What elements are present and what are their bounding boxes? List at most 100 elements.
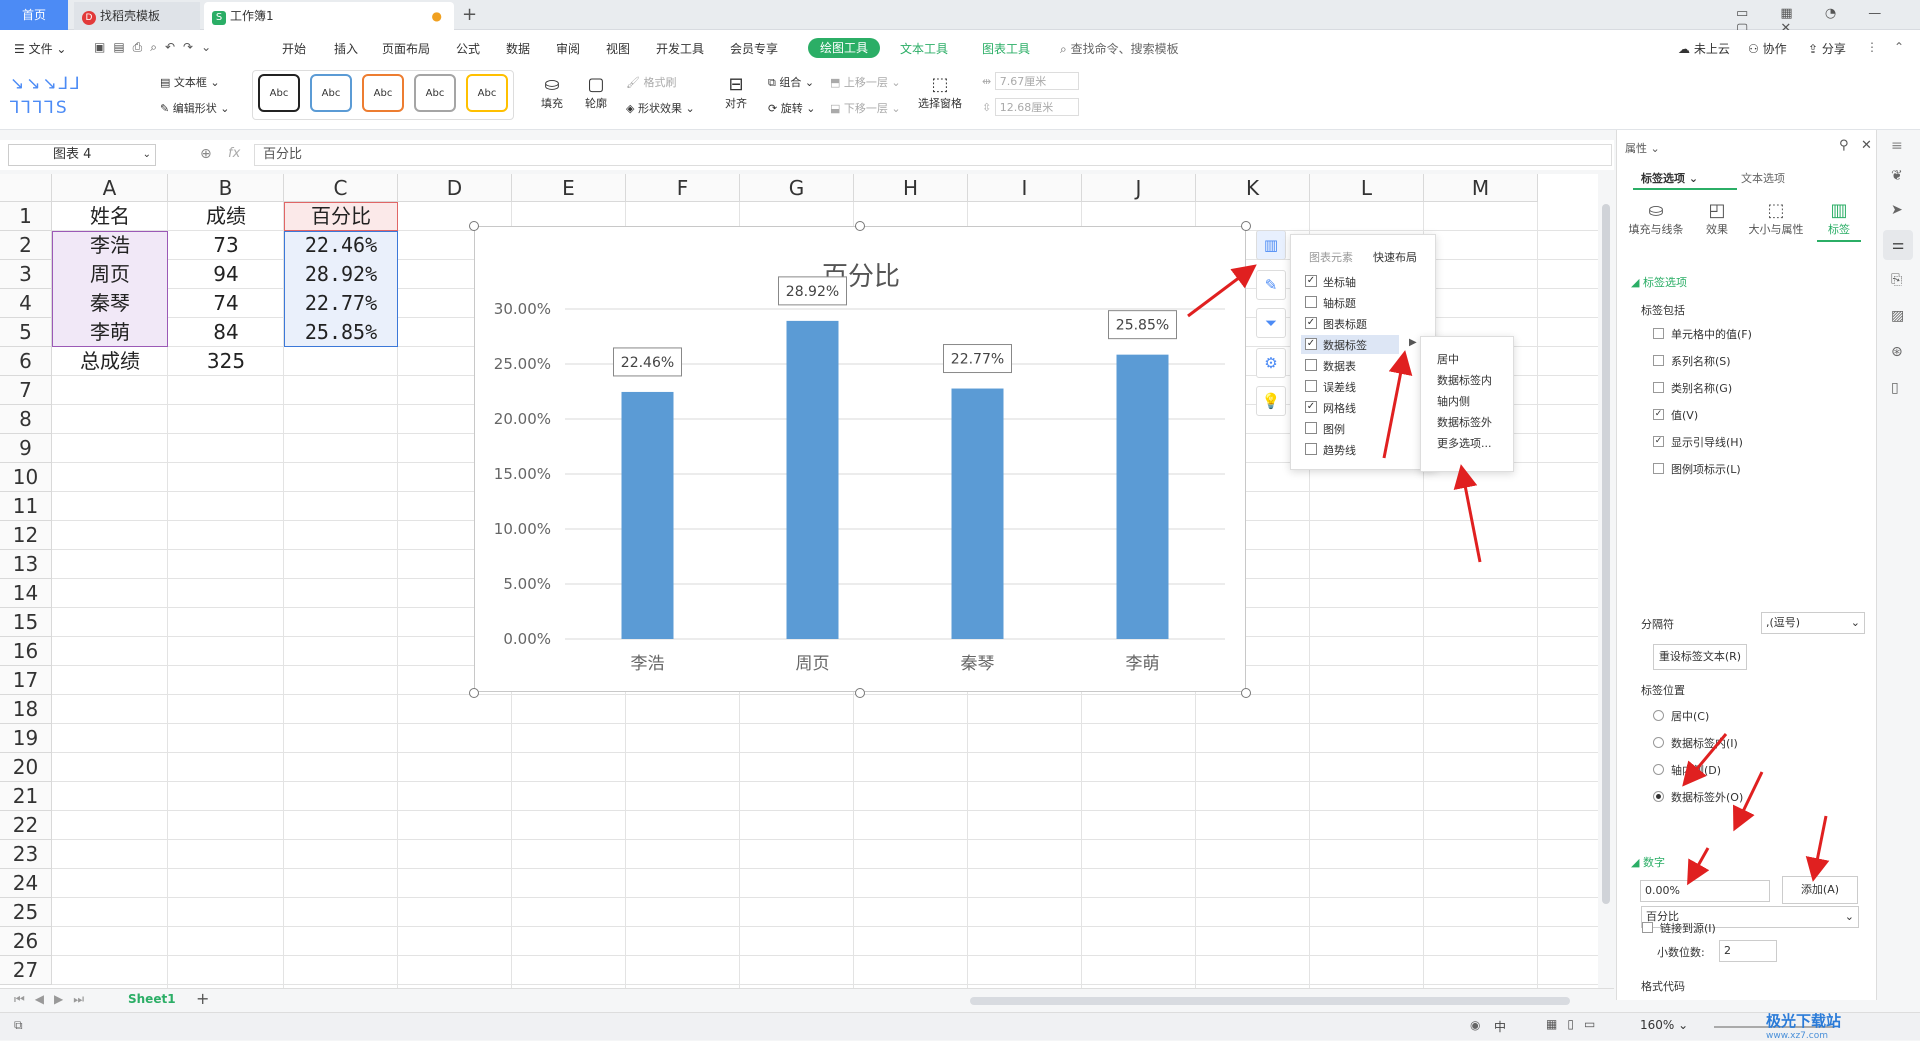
- row-header[interactable]: 23: [0, 840, 52, 869]
- menu-formula[interactable]: 公式: [456, 40, 480, 57]
- popup-item-row[interactable]: 图例: [1301, 419, 1399, 438]
- cell[interactable]: 22.77%: [284, 289, 398, 318]
- cloud-status[interactable]: ☁ 未上云: [1678, 40, 1730, 57]
- section-label-options[interactable]: ◢ 标签选项: [1631, 274, 1687, 290]
- collapse-ribbon-icon[interactable]: ⌃: [1894, 40, 1904, 54]
- row-header[interactable]: 8: [0, 405, 52, 434]
- column-header[interactable]: H: [854, 174, 968, 202]
- send-backward-button[interactable]: ⬓ 下移一层 ⌄: [830, 100, 901, 116]
- horizontal-scrollbar[interactable]: [970, 997, 1570, 1005]
- chart-elements-icon[interactable]: ▥: [1256, 230, 1286, 260]
- sheet-tab-sheet1[interactable]: Sheet1: [128, 992, 176, 1006]
- label-option-checkbox[interactable]: [1653, 382, 1664, 393]
- menu-view[interactable]: 视图: [606, 40, 630, 57]
- chart-settings-gear-icon[interactable]: ⚙: [1256, 348, 1286, 378]
- row-header[interactable]: 5: [0, 318, 52, 347]
- row-header[interactable]: 13: [0, 550, 52, 579]
- popup-item-row[interactable]: 数据表: [1301, 356, 1399, 375]
- label-position-radio[interactable]: [1653, 737, 1664, 748]
- tab-template[interactable]: D 找稻壳模板: [74, 2, 200, 30]
- popup-item-row[interactable]: ✓ 图表标题: [1301, 314, 1399, 333]
- column-header[interactable]: C: [284, 174, 398, 202]
- chart-object[interactable]: 百分比 0.00% 5.00% 10.00% 15.00% 20.00% 25.00% 30.…: [474, 226, 1246, 692]
- cursor-icon[interactable]: ➤: [1891, 202, 1903, 218]
- label-option-checkbox[interactable]: [1653, 355, 1664, 366]
- row-header[interactable]: 10: [0, 463, 52, 492]
- format-brush-button[interactable]: 🖌 格式刷: [626, 74, 676, 90]
- new-tab-icon[interactable]: +: [462, 4, 477, 25]
- outline-button[interactable]: ▢ 轮廓: [580, 74, 612, 111]
- separator-select[interactable]: ,(逗号) ⌄: [1761, 612, 1865, 634]
- style-preset-3[interactable]: Abc: [362, 74, 404, 112]
- row-header[interactable]: 18: [0, 695, 52, 724]
- cell[interactable]: 94: [168, 260, 284, 289]
- file-menu[interactable]: ☰ 文件 ⌄: [14, 40, 66, 57]
- resize-handle[interactable]: [1241, 221, 1251, 231]
- label-position-radio[interactable]: [1653, 791, 1664, 802]
- rotate-button[interactable]: ⟳ 旋转 ⌄: [768, 100, 815, 116]
- resize-handle[interactable]: [469, 688, 479, 698]
- column-header[interactable]: D: [398, 174, 512, 202]
- popup-checkbox[interactable]: [1305, 296, 1317, 308]
- row-header[interactable]: 6: [0, 347, 52, 376]
- cell[interactable]: 总成绩: [52, 347, 168, 376]
- popup-checkbox[interactable]: ✓: [1305, 317, 1317, 329]
- submenu-item[interactable]: 数据标签外: [1437, 414, 1492, 430]
- submenu-item[interactable]: 更多选项...: [1437, 435, 1492, 451]
- selection-pane-button[interactable]: ⬚ 选择窗格: [914, 74, 966, 111]
- cell[interactable]: 姓名: [52, 202, 168, 231]
- tab-label-options[interactable]: 标签选项 ⌄: [1641, 170, 1698, 186]
- column-header[interactable]: F: [626, 174, 740, 202]
- quick-access-icons[interactable]: ▣▤⎙⌕↶↷⌄: [94, 40, 219, 55]
- cell[interactable]: 28.92%: [284, 260, 398, 289]
- add-format-button[interactable]: 添加(A): [1782, 876, 1858, 904]
- row-header[interactable]: 27: [0, 956, 52, 985]
- fx-icon[interactable]: fx: [228, 146, 240, 161]
- row-header[interactable]: 20: [0, 753, 52, 782]
- row-header[interactable]: 4: [0, 289, 52, 318]
- column-header[interactable]: L: [1310, 174, 1424, 202]
- add-sheet-icon[interactable]: +: [196, 989, 209, 1008]
- reset-label-text-button[interactable]: 重设标签文本(R): [1653, 644, 1747, 670]
- row-header[interactable]: 7: [0, 376, 52, 405]
- row-header[interactable]: 21: [0, 782, 52, 811]
- format-code-input[interactable]: 0.00%: [1640, 880, 1770, 902]
- popup-checkbox[interactable]: [1305, 422, 1317, 434]
- resize-handle[interactable]: [469, 221, 479, 231]
- submenu-item[interactable]: 数据标签内: [1437, 372, 1492, 388]
- collab-button[interactable]: ⚇ 协作: [1748, 40, 1787, 57]
- cell[interactable]: 成绩: [168, 202, 284, 231]
- chart-tips-bulb-icon[interactable]: 💡: [1256, 386, 1286, 416]
- select-all-corner[interactable]: [0, 174, 52, 202]
- row-header[interactable]: 16: [0, 637, 52, 666]
- pin-icon[interactable]: ⚲: [1839, 138, 1849, 153]
- style-icon[interactable]: ❦: [1891, 168, 1903, 184]
- row-header[interactable]: 19: [0, 724, 52, 753]
- label-position-radio[interactable]: [1653, 764, 1664, 775]
- cell[interactable]: 73: [168, 231, 284, 260]
- popup-checkbox[interactable]: [1305, 359, 1317, 371]
- label-option-checkbox[interactable]: [1653, 463, 1664, 474]
- vertical-scrollbar[interactable]: [1598, 174, 1614, 988]
- tab-text-options[interactable]: 文本选项: [1741, 170, 1785, 186]
- subtab-effects[interactable]: ◰ 效果: [1695, 200, 1739, 237]
- cell[interactable]: 25.85%: [284, 318, 398, 347]
- row-header[interactable]: 26: [0, 927, 52, 956]
- cell[interactable]: 李浩: [52, 231, 168, 260]
- style-preset-4[interactable]: Abc: [414, 74, 456, 112]
- cell[interactable]: 84: [168, 318, 284, 347]
- row-header[interactable]: 14: [0, 579, 52, 608]
- column-header[interactable]: J: [1082, 174, 1196, 202]
- style-preset-2[interactable]: Abc: [310, 74, 352, 112]
- label-option-checkbox[interactable]: [1653, 328, 1664, 339]
- popup-item-row[interactable]: ✓ 网格线: [1301, 398, 1399, 417]
- label-option-checkbox[interactable]: ✓: [1653, 436, 1664, 447]
- row-header[interactable]: 11: [0, 492, 52, 521]
- location-icon[interactable]: ⊛: [1891, 344, 1903, 360]
- cell[interactable]: 百分比: [284, 202, 398, 231]
- tab-text-tools[interactable]: 文本工具: [900, 40, 948, 57]
- edit-shape-button[interactable]: ✎ 编辑形状 ⌄: [160, 100, 229, 116]
- popup-checkbox[interactable]: ✓: [1305, 275, 1317, 287]
- scroll-thumb[interactable]: [1602, 204, 1610, 904]
- resize-handle[interactable]: [1241, 688, 1251, 698]
